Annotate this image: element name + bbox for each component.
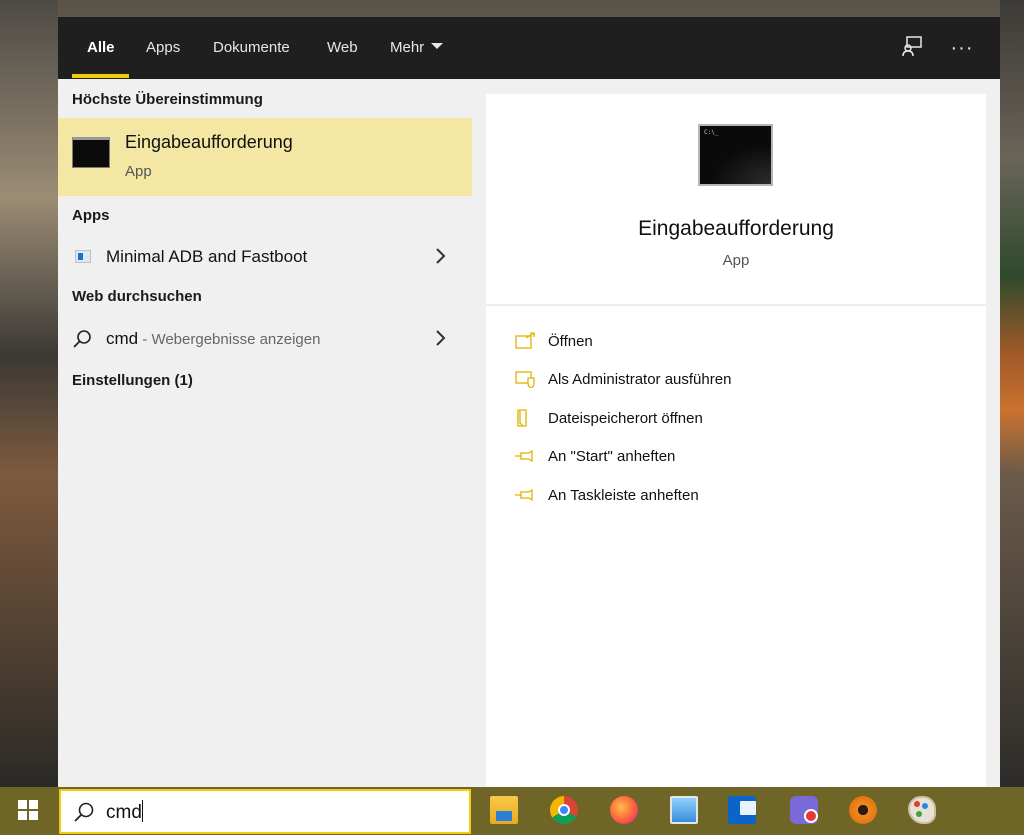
chrome-glyph-center — [558, 804, 570, 816]
video-call-icon[interactable] — [782, 791, 826, 831]
app-result-label: Minimal ADB and Fastboot — [106, 247, 308, 266]
action-pin-to-start[interactable]: An "Start" anheften — [512, 442, 952, 472]
action-run-as-admin[interactable]: Als Administrator ausführen — [512, 365, 952, 395]
admin-shield-icon — [515, 371, 535, 388]
chrome-icon[interactable] — [542, 791, 586, 831]
action-open-label: Öffnen — [548, 333, 593, 350]
taskbar: cmd — [0, 787, 1024, 835]
chevron-right-icon[interactable] — [434, 245, 448, 267]
control-panel-icon[interactable] — [662, 791, 706, 831]
firefox-glyph — [610, 796, 638, 824]
command-prompt-icon — [72, 137, 110, 168]
pin-icon — [515, 488, 533, 502]
web-search-hint: - Webergebnisse anzeigen — [138, 331, 321, 348]
paint-dot-red — [914, 801, 920, 807]
apps-heading: Apps — [72, 207, 110, 224]
feedback-icon[interactable] — [899, 35, 925, 61]
icon-sheen — [711, 144, 771, 184]
chevron-down-icon — [431, 43, 444, 50]
preview-pane: C:\_ Eingabeaufforderung App Öffnen Als … — [486, 94, 986, 787]
action-open[interactable]: Öffnen — [512, 327, 952, 357]
preview-title: Eingabeaufforderung — [638, 217, 834, 240]
action-pin-to-start-label: An "Start" anheften — [548, 448, 676, 465]
search-icon — [74, 802, 94, 822]
search-query-text: cmd — [106, 802, 142, 824]
tab-alle[interactable]: Alle — [87, 17, 115, 79]
web-search-query: cmd — [106, 329, 139, 348]
list-item-minimal-adb[interactable]: Minimal ADB and Fastboot — [58, 238, 472, 276]
action-pin-to-taskbar[interactable]: An Taskleiste anheften — [512, 481, 952, 511]
best-match-title: Eingabeaufforderung — [125, 132, 293, 152]
tab-web[interactable]: Web — [327, 17, 358, 79]
windows-start-icon[interactable] — [6, 787, 52, 835]
desktop-wallpaper-right — [1000, 0, 1024, 790]
control-panel-glyph — [670, 796, 698, 824]
active-tab-indicator — [72, 74, 129, 78]
paint-icon[interactable] — [900, 791, 944, 831]
search-panel: Alle Apps Dokumente Web Mehr ··· Höchste… — [58, 17, 1000, 787]
tor-icon[interactable] — [841, 791, 885, 831]
tor-glyph — [849, 796, 877, 824]
record-badge — [804, 809, 818, 823]
best-match-result[interactable]: Eingabeaufforderung App — [58, 118, 472, 196]
action-open-file-location-label: Dateispeicherort öffnen — [548, 410, 703, 427]
preview-subtitle: App — [722, 252, 750, 269]
taskbar-search-input[interactable]: cmd — [59, 789, 471, 834]
tab-mehr-label: Mehr — [390, 39, 425, 56]
best-match-heading: Höchste Übereinstimmung — [72, 91, 263, 108]
icon-prompt-text: C:\_ — [704, 129, 719, 136]
action-open-file-location[interactable]: Dateispeicherort öffnen — [512, 404, 952, 434]
pin-icon — [515, 449, 533, 463]
desktop-wallpaper-left — [0, 0, 58, 790]
results-list: Höchste Übereinstimmung Eingabeaufforder… — [58, 79, 472, 787]
web-search-heading: Web durchsuchen — [72, 288, 202, 305]
web-search-text: cmd - Webergebnisse anzeigen — [106, 329, 320, 349]
adb-app-icon — [75, 250, 91, 263]
more-options-icon[interactable]: ··· — [949, 35, 975, 61]
firefox-icon[interactable] — [602, 791, 646, 831]
paint-palette-glyph — [908, 796, 936, 824]
search-icon — [73, 330, 91, 348]
tab-dokumente[interactable]: Dokumente — [213, 17, 290, 79]
file-explorer-glyph-detail — [496, 811, 512, 821]
best-match-subtitle: App — [125, 163, 152, 180]
action-run-as-admin-label: Als Administrator ausführen — [548, 371, 732, 388]
open-icon — [515, 332, 535, 349]
settings-heading[interactable]: Einstellungen (1) — [72, 372, 193, 389]
tab-apps[interactable]: Apps — [146, 17, 180, 79]
file-location-icon — [517, 409, 527, 427]
action-pin-to-taskbar-label: An Taskleiste anheften — [548, 487, 699, 504]
command-prompt-large-icon: C:\_ — [698, 124, 773, 186]
filter-tab-bar: Alle Apps Dokumente Web Mehr ··· — [58, 17, 1000, 79]
tab-mehr[interactable]: Mehr — [390, 17, 444, 79]
chevron-right-icon[interactable] — [434, 327, 448, 349]
outlook-envelope — [740, 801, 756, 815]
paint-dot-blue — [922, 803, 928, 809]
search-input-value: cmd — [106, 800, 143, 824]
file-explorer-icon[interactable] — [482, 791, 526, 831]
text-cursor — [141, 800, 143, 822]
preview-header: C:\_ Eingabeaufforderung App — [486, 94, 986, 306]
outlook-icon[interactable] — [720, 791, 764, 831]
list-item-web-search[interactable]: cmd - Webergebnisse anzeigen — [58, 320, 472, 358]
paint-dot-green — [916, 811, 922, 817]
